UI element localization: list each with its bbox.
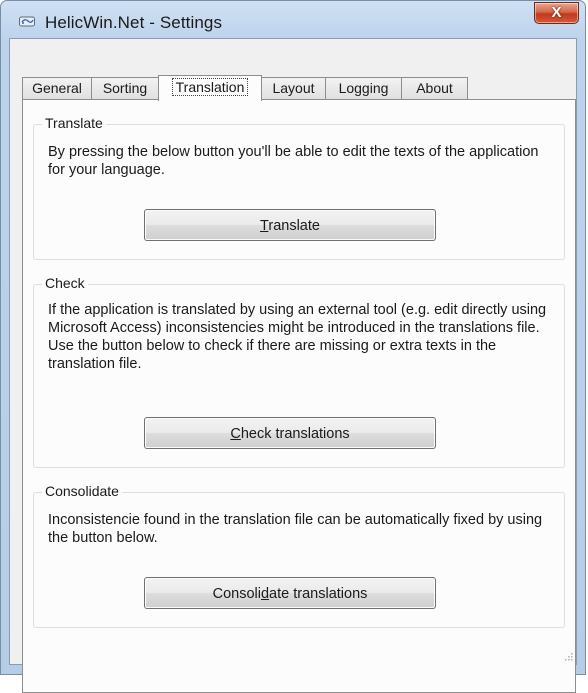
tab-layout[interactable]: Layout [261, 77, 326, 99]
client-area: General Sorting Translation Layout Loggi… [9, 38, 577, 693]
consolidate-group: Consolidate Inconsistencie found in the … [33, 483, 565, 628]
tab-sorting[interactable]: Sorting [91, 77, 159, 99]
close-icon: X [551, 4, 562, 21]
translate-group: Translate By pressing the below button y… [33, 115, 565, 260]
check-translations-button[interactable]: Check translations [144, 417, 436, 449]
tab-about[interactable]: About [401, 77, 468, 99]
translate-description: By pressing the below button you'll be a… [48, 144, 539, 178]
check-group-title: Check [42, 275, 88, 291]
check-description: If the application is translated by usin… [48, 302, 547, 372]
tab-logging[interactable]: Logging [325, 77, 402, 99]
resize-grip-icon[interactable] [563, 651, 573, 661]
consolidate-group-title: Consolidate [42, 483, 122, 499]
settings-window: HelicWin.Net - Settings X General Sortin… [0, 0, 586, 693]
check-group: Check If the application is translated b… [33, 275, 565, 468]
tab-translation[interactable]: Translation [158, 75, 262, 101]
translation-tab-panel: Translate By pressing the below button y… [22, 99, 576, 693]
consolidate-translations-button[interactable]: Consolidate translations [144, 577, 436, 609]
window-title: HelicWin.Net - Settings [45, 13, 223, 32]
tab-general[interactable]: General [22, 77, 92, 99]
translate-group-title: Translate [42, 115, 106, 131]
translate-button[interactable]: Translate [144, 209, 436, 241]
title-bar[interactable]: HelicWin.Net - Settings X [1, 1, 585, 37]
app-icon [19, 16, 35, 27]
consolidate-description: Inconsistencie found in the translation … [48, 512, 543, 546]
close-button[interactable]: X [534, 2, 579, 24]
